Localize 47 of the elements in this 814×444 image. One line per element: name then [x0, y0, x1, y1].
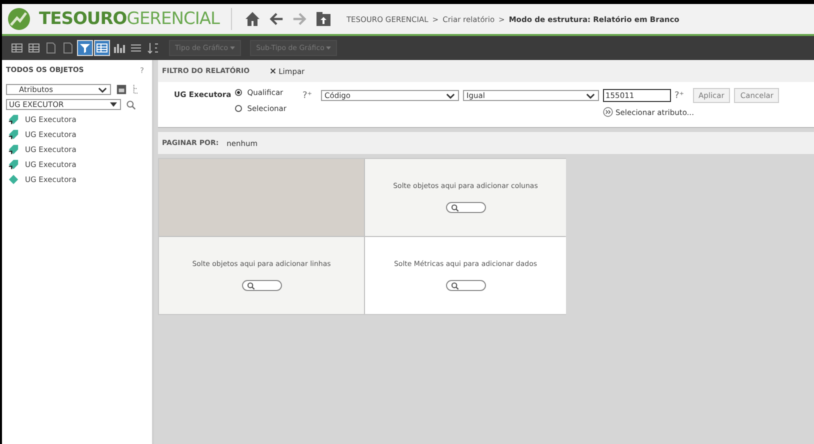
caret-icon	[230, 46, 236, 50]
page-icon	[45, 42, 57, 54]
toolbar-button[interactable]	[44, 41, 58, 55]
toolbar-button[interactable]	[146, 41, 160, 55]
close-icon	[270, 68, 276, 74]
search-field[interactable]	[446, 280, 486, 291]
shortcut-attribute-icon	[8, 114, 19, 125]
prompt-icon[interactable]: ?⁺	[302, 90, 316, 100]
radio-button[interactable]	[235, 105, 242, 112]
sort-icon	[147, 42, 159, 54]
folder-icon[interactable]	[315, 11, 332, 27]
lines-icon	[130, 42, 142, 54]
shortcut-attribute-icon	[8, 144, 19, 155]
back-arrow-icon[interactable]	[269, 12, 284, 26]
dropdown-triangle-icon	[110, 102, 117, 107]
chevron-icon	[98, 86, 107, 92]
table-icon	[96, 42, 108, 54]
prompt-icon[interactable]: ?⁺	[674, 90, 688, 100]
toolbar-button[interactable]	[10, 41, 24, 55]
shortcut-attribute-icon	[8, 159, 19, 170]
grid-icon	[28, 42, 40, 54]
toolbar-button[interactable]	[78, 41, 92, 55]
filter-icon	[79, 42, 91, 54]
toolbar-button[interactable]	[27, 41, 41, 55]
search-icon	[450, 282, 458, 290]
radio-button[interactable]	[235, 89, 242, 96]
search-field[interactable]	[446, 202, 486, 213]
toolbar-button[interactable]	[95, 41, 109, 55]
grid-icon	[11, 42, 23, 54]
attribute-icon	[8, 174, 19, 185]
search-icon	[450, 204, 458, 212]
search-icon[interactable]	[126, 100, 136, 110]
search-field[interactable]	[242, 280, 282, 291]
toolbar-button[interactable]	[61, 41, 75, 55]
logo-icon	[7, 7, 31, 31]
home-icon[interactable]	[244, 11, 262, 27]
toolbar-button[interactable]	[112, 41, 126, 55]
brand-name: TESOUROGERENCIAL	[39, 9, 220, 29]
caret-icon	[326, 46, 332, 50]
search-icon	[246, 282, 254, 290]
shortcut-attribute-icon	[8, 129, 19, 140]
calendar-icon[interactable]	[116, 84, 127, 95]
chevron-icon	[586, 92, 594, 98]
bar-chart-icon	[113, 42, 125, 54]
chevron-icon	[446, 92, 454, 98]
double-chevron-icon	[602, 107, 612, 117]
page-icon	[62, 42, 74, 54]
